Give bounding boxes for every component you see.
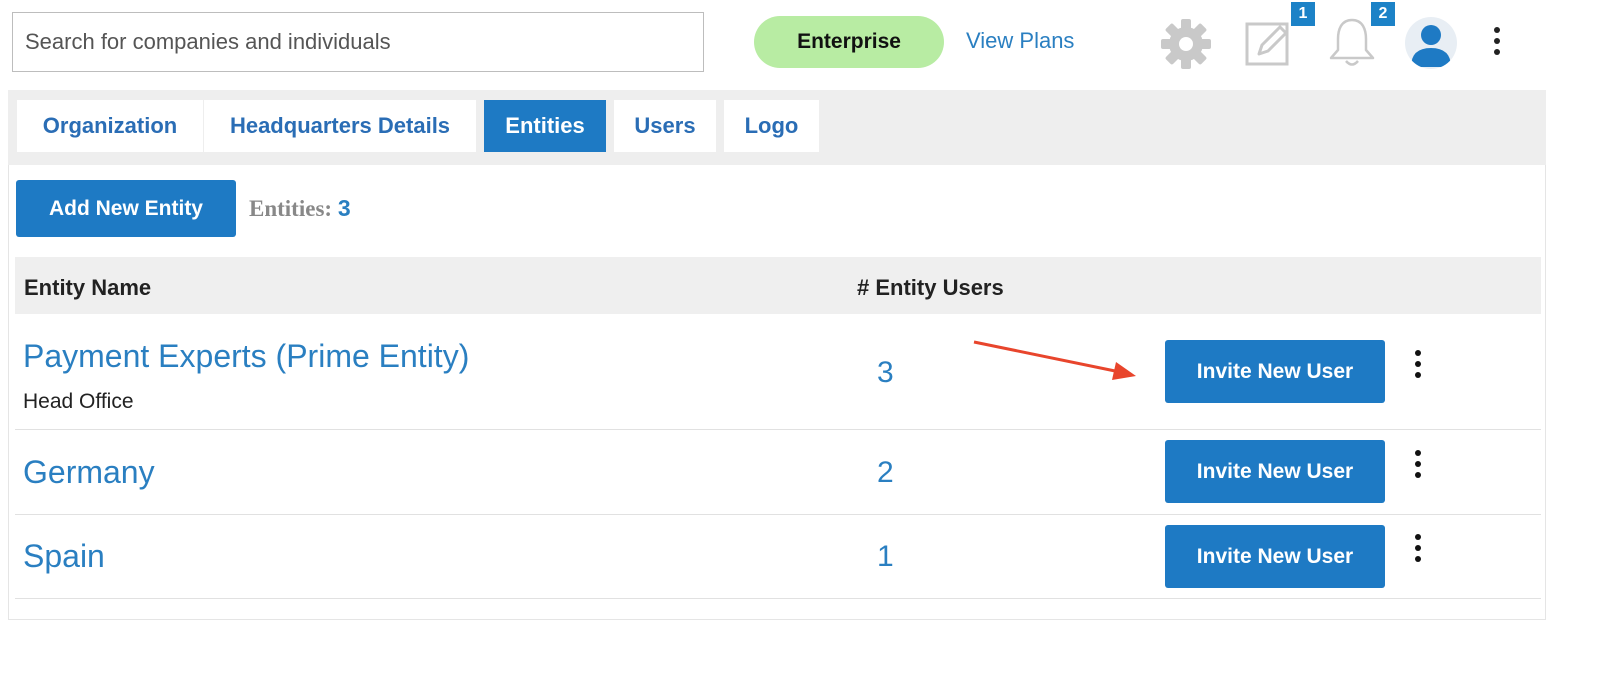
column-header-entity-users: # Entity Users bbox=[857, 275, 1004, 300]
row-more-options-icon[interactable] bbox=[1411, 350, 1425, 378]
entities-count-label: Entities: bbox=[249, 196, 333, 221]
entity-user-count[interactable]: 3 bbox=[877, 356, 894, 390]
tab-entities[interactable]: Entities bbox=[484, 100, 606, 152]
invite-new-user-button[interactable]: Invite New User bbox=[1165, 525, 1385, 588]
entity-user-count[interactable]: 1 bbox=[877, 540, 894, 574]
entity-name-link[interactable]: Spain bbox=[23, 538, 105, 575]
tab-users[interactable]: Users bbox=[614, 100, 716, 152]
entities-count: Entities: 3 bbox=[249, 195, 351, 222]
add-new-entity-button[interactable]: Add New Entity bbox=[16, 180, 236, 237]
search-input[interactable] bbox=[12, 12, 704, 72]
more-options-icon[interactable] bbox=[1490, 27, 1504, 55]
entity-name-link[interactable]: Payment Experts (Prime Entity) bbox=[23, 338, 469, 375]
invite-new-user-button[interactable]: Invite New User bbox=[1165, 340, 1385, 403]
table-header: Entity Name # Entity Users bbox=[15, 257, 1541, 314]
entity-subtitle: Head Office bbox=[23, 390, 134, 413]
tasks-count-badge: 1 bbox=[1291, 2, 1315, 26]
tab-bar: Organization Headquarters Details Entiti… bbox=[8, 90, 1546, 165]
tab-logo[interactable]: Logo bbox=[724, 100, 819, 152]
entity-name-link[interactable]: Germany bbox=[23, 454, 155, 491]
user-avatar-icon[interactable] bbox=[1405, 17, 1457, 69]
notifications-count-badge: 2 bbox=[1371, 2, 1395, 26]
plan-badge: Enterprise bbox=[754, 16, 944, 68]
row-more-options-icon[interactable] bbox=[1411, 450, 1425, 478]
entity-user-count[interactable]: 2 bbox=[877, 456, 894, 490]
table-row: Germany 2 Invite New User bbox=[15, 430, 1541, 515]
column-header-entity-name: Entity Name bbox=[24, 275, 152, 300]
row-more-options-icon[interactable] bbox=[1411, 534, 1425, 562]
annotation-arrow bbox=[973, 340, 1136, 380]
entities-panel: Add New Entity Entities: 3 Entity Name #… bbox=[8, 165, 1546, 620]
table-row: Payment Experts (Prime Entity) Head Offi… bbox=[15, 314, 1541, 430]
gear-icon[interactable] bbox=[1160, 18, 1212, 75]
table-row: Spain 1 Invite New User bbox=[15, 515, 1541, 599]
entities-count-value: 3 bbox=[337, 195, 351, 221]
edit-icon[interactable] bbox=[1244, 14, 1294, 73]
view-plans-link[interactable]: View Plans bbox=[966, 28, 1074, 54]
tab-headquarters-details[interactable]: Headquarters Details bbox=[204, 100, 476, 152]
tab-organization[interactable]: Organization bbox=[17, 100, 203, 152]
invite-new-user-button[interactable]: Invite New User bbox=[1165, 440, 1385, 503]
